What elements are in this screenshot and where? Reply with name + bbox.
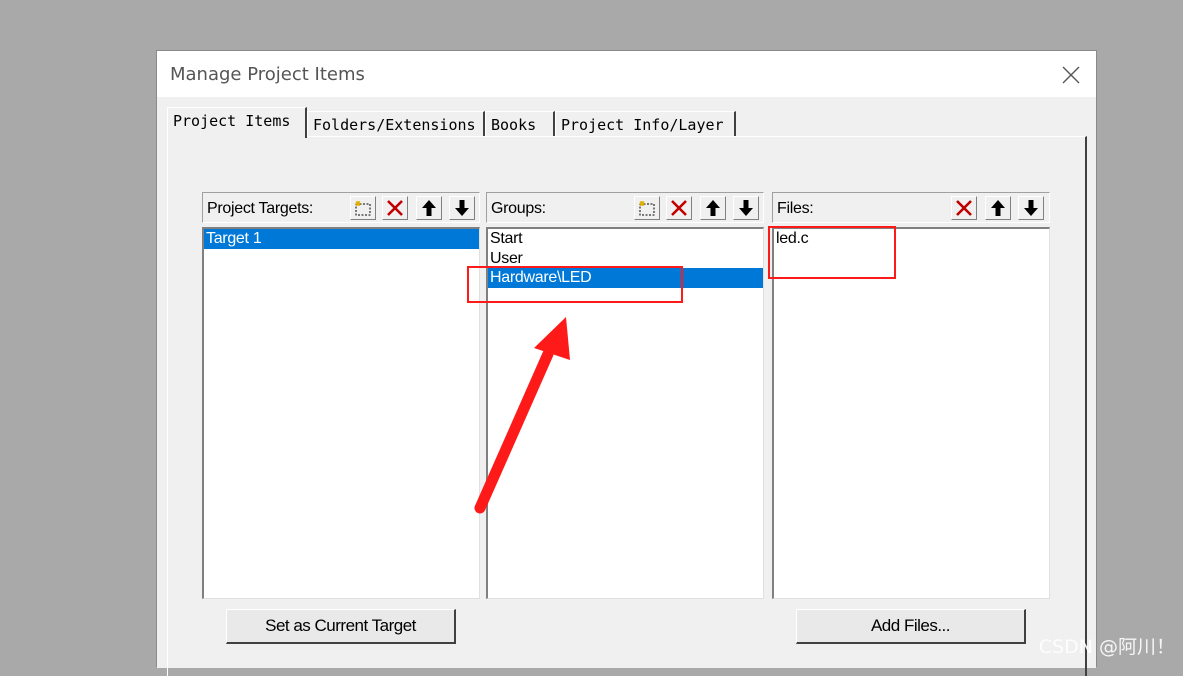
move-file-up-button[interactable]: [985, 196, 1011, 220]
delete-icon: [671, 200, 687, 216]
dialog-titlebar: Manage Project Items: [157, 51, 1096, 97]
close-icon: [1062, 66, 1080, 84]
delete-icon: [956, 200, 972, 216]
move-file-down-button[interactable]: [1018, 196, 1044, 220]
targets-header: Project Targets:: [202, 192, 480, 223]
target-item[interactable]: Target 1: [204, 229, 479, 249]
move-group-down-button[interactable]: [733, 196, 759, 220]
tab-project-items[interactable]: Project Items: [167, 107, 307, 138]
new-group-button[interactable]: [634, 196, 660, 220]
tab-books[interactable]: Books: [485, 111, 555, 137]
files-list[interactable]: led.c: [772, 227, 1050, 599]
move-down-icon: [1024, 200, 1038, 216]
files-label: Files:: [777, 200, 814, 217]
add-files-button[interactable]: Add Files...: [796, 609, 1026, 644]
targets-label: Project Targets:: [207, 200, 314, 217]
move-group-up-button[interactable]: [700, 196, 726, 220]
delete-target-button[interactable]: [382, 196, 408, 220]
move-target-up-button[interactable]: [416, 196, 442, 220]
move-up-icon: [422, 200, 436, 216]
dialog-title: Manage Project Items: [170, 64, 365, 85]
new-target-button[interactable]: [350, 196, 376, 220]
files-header: Files:: [772, 192, 1050, 223]
group-item-hardware-led[interactable]: Hardware\LED: [488, 268, 763, 288]
set-current-target-button[interactable]: Set as Current Target: [226, 609, 456, 644]
close-button[interactable]: [1052, 59, 1090, 89]
tab-folders-extensions[interactable]: Folders/Extensions: [307, 111, 485, 137]
groups-list[interactable]: Start User Hardware\LED: [486, 227, 764, 599]
targets-list[interactable]: Target 1: [202, 227, 480, 599]
move-up-icon: [991, 200, 1005, 216]
file-item[interactable]: led.c: [774, 229, 1049, 249]
delete-group-button[interactable]: [666, 196, 692, 220]
move-down-icon: [455, 200, 469, 216]
new-icon: [355, 201, 371, 216]
tab-project-info-layer[interactable]: Project Info/Layer: [555, 111, 736, 137]
new-icon: [639, 201, 655, 216]
delete-icon: [387, 200, 403, 216]
groups-header: Groups:: [486, 192, 764, 223]
dialog-client-area: Project Items Folders/Extensions Books P…: [157, 97, 1096, 676]
move-down-icon: [739, 200, 753, 216]
move-target-down-button[interactable]: [449, 196, 475, 220]
group-item-start[interactable]: Start: [488, 229, 763, 249]
groups-label: Groups:: [491, 200, 546, 217]
move-up-icon: [706, 200, 720, 216]
group-item-user[interactable]: User: [488, 249, 763, 269]
project-items-page: Project Targets: Target 1 Groups: Start …: [167, 136, 1087, 676]
delete-file-button[interactable]: [951, 196, 977, 220]
manage-project-items-dialog: Manage Project Items Project Items Folde…: [156, 50, 1097, 676]
watermark: CSDN @阿川！: [1038, 636, 1175, 658]
